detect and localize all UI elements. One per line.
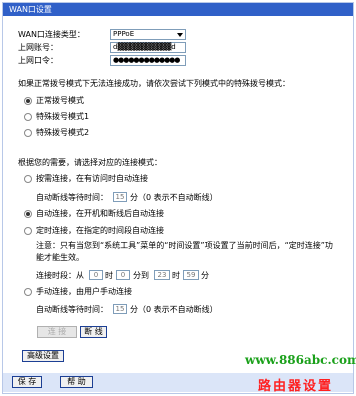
idle-time-input-2[interactable]: 15 bbox=[113, 304, 127, 314]
disconnect-button[interactable]: 断 线 bbox=[80, 326, 107, 338]
account-label: 上网账号： bbox=[18, 43, 58, 52]
from-minute-input[interactable]: 0 bbox=[116, 270, 130, 280]
hour-unit-2: 时 bbox=[172, 271, 180, 280]
radio-special-dial-1[interactable] bbox=[24, 113, 32, 121]
to-minute-input[interactable]: 59 bbox=[183, 270, 199, 280]
idle-time-unit: 分（0 表示不自动断线） bbox=[130, 193, 218, 202]
minute-unit: 分 bbox=[201, 271, 209, 280]
page-title: WAN口设置 bbox=[3, 3, 353, 16]
chevron-down-icon bbox=[177, 33, 183, 37]
hour-unit-1: 时 bbox=[105, 271, 113, 280]
special-dial-prompt: 如果正常拨号模式下无法连接成功，请依次尝试下列模式中的特殊拨号模式： bbox=[18, 79, 290, 88]
from-hour-input[interactable]: 0 bbox=[89, 270, 103, 280]
radio-on-demand[interactable] bbox=[24, 175, 32, 183]
radio-normal-dial-label: 正常拨号模式 bbox=[36, 96, 84, 105]
period-label: 连接时段：从 bbox=[36, 271, 84, 280]
idle-time-label: 自动断线等待时间： bbox=[36, 193, 108, 202]
radio-auto-connect-label: 自动连接，在开机和断线后自动连接 bbox=[36, 209, 164, 218]
account-input[interactable]: d▓▓▓▓▓▓▓▓▓▓d bbox=[110, 42, 186, 53]
wan-type-value: PPPoE bbox=[113, 30, 135, 38]
idle-time-input[interactable]: 15 bbox=[113, 192, 127, 202]
wan-type-select[interactable]: PPPoE bbox=[110, 29, 186, 40]
connect-mode-prompt: 根据您的需要，请选择对应的连接模式： bbox=[18, 158, 162, 167]
watermark-site: www.886abc.com bbox=[245, 353, 356, 367]
password-input[interactable]: ●●●●●●●●●●●●● bbox=[110, 55, 186, 66]
save-button[interactable]: 保 存 bbox=[12, 376, 42, 388]
connect-button[interactable]: 连 接 bbox=[37, 326, 77, 338]
idle-time-label-2: 自动断线等待时间： bbox=[36, 305, 108, 314]
to-label: 分到 bbox=[133, 271, 149, 280]
timed-note: 注意：只有当您到“系统工具”菜单的“时间设置”项设置了当前时间后，“定时连接”功… bbox=[36, 241, 333, 262]
help-button[interactable]: 帮 助 bbox=[60, 376, 93, 388]
radio-special-dial-2-label: 特殊拨号模式2 bbox=[36, 128, 90, 137]
radio-manual-connect-label: 手动连接，由用户手动连接 bbox=[36, 287, 132, 296]
radio-special-dial-1-label: 特殊拨号模式1 bbox=[36, 112, 90, 121]
wan-type-label: WAN口连接类型： bbox=[18, 30, 85, 39]
radio-timed-connect[interactable] bbox=[24, 227, 32, 235]
radio-timed-connect-label: 定时连接，在指定的时间段自动连接 bbox=[36, 226, 164, 235]
advanced-settings-button[interactable]: 高级设置 bbox=[22, 350, 64, 362]
radio-on-demand-label: 按需连接，在有访问时自动连接 bbox=[36, 174, 148, 183]
radio-normal-dial[interactable] bbox=[24, 97, 32, 105]
to-hour-input[interactable]: 23 bbox=[154, 270, 170, 280]
radio-manual-connect[interactable] bbox=[24, 288, 32, 296]
password-label: 上网口令： bbox=[18, 56, 58, 65]
radio-auto-connect[interactable] bbox=[24, 210, 32, 218]
watermark-text: 路由器设置 bbox=[258, 379, 334, 394]
radio-special-dial-2[interactable] bbox=[24, 129, 32, 137]
idle-time-unit-2: 分（0 表示不自动断线） bbox=[130, 305, 218, 314]
